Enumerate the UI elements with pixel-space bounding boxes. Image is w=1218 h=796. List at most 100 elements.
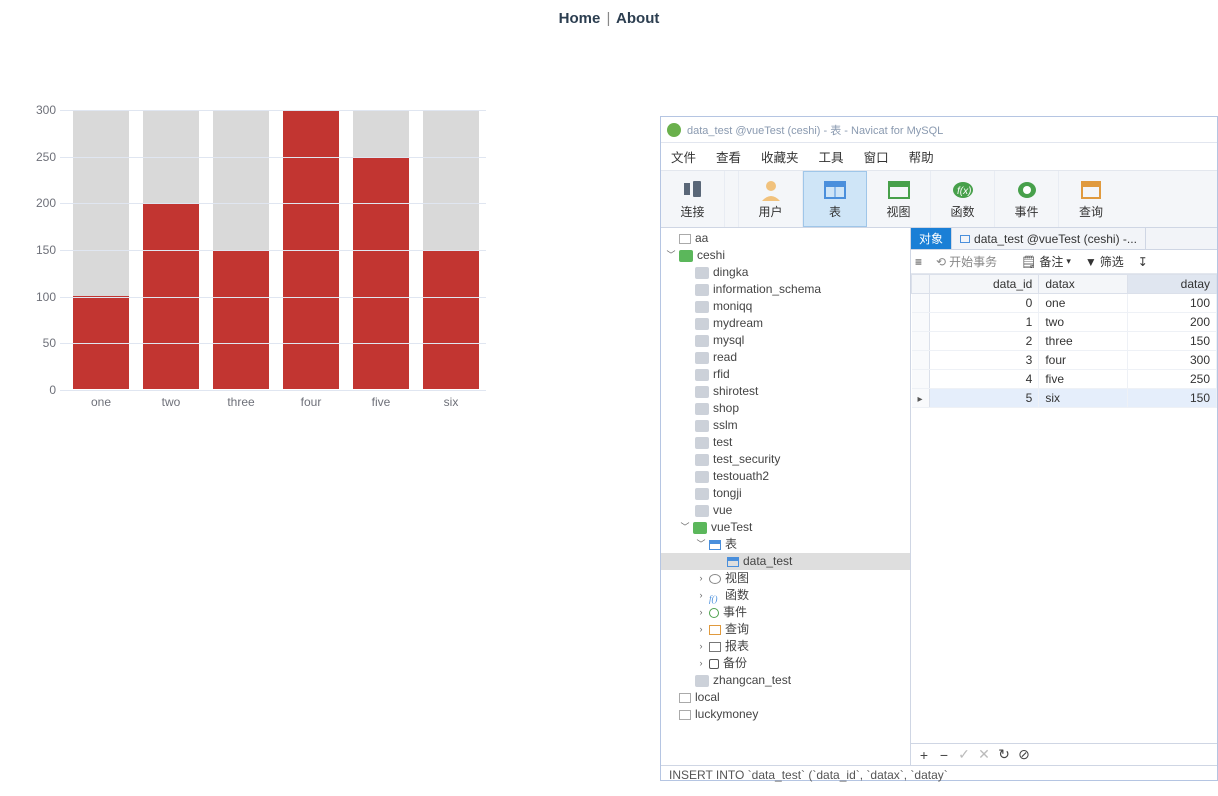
table-row[interactable]: 3four300 <box>912 351 1217 370</box>
column-header[interactable]: datax <box>1039 275 1128 294</box>
add-row-button[interactable]: + <box>917 747 931 763</box>
toolbar-table[interactable]: 表 <box>803 171 867 227</box>
tree-section[interactable]: ›函数 <box>661 587 910 604</box>
cell-datay[interactable]: 150 <box>1128 332 1217 351</box>
stop-button[interactable]: ⊘ <box>1017 746 1031 763</box>
tab-objects[interactable]: 对象 <box>911 228 952 249</box>
cancel-button[interactable]: ✕ <box>977 746 991 763</box>
tree-table-data_test[interactable]: data_test <box>661 553 910 570</box>
tree-db[interactable]: vue <box>661 502 910 519</box>
cell-datay[interactable]: 100 <box>1128 294 1217 313</box>
sort-button[interactable]: ↧ <box>1133 255 1153 269</box>
tree-section[interactable]: ›视图 <box>661 570 910 587</box>
toolbar-user[interactable]: 用户 <box>739 171 803 227</box>
tree-section[interactable]: ›报表 <box>661 638 910 655</box>
cell-data_id[interactable]: 3 <box>929 351 1039 370</box>
table-row[interactable]: 5six150 <box>912 389 1217 408</box>
cell-data_id[interactable]: 4 <box>929 370 1039 389</box>
tree-db[interactable]: rfid <box>661 366 910 383</box>
toolbar-view[interactable]: 视图 <box>867 171 931 227</box>
column-header[interactable]: datay <box>1128 275 1217 294</box>
toolbar-event[interactable]: 事件 <box>995 171 1059 227</box>
expand-toggle[interactable]: › <box>695 590 707 602</box>
tree-tables[interactable]: ﹀表 <box>661 536 910 553</box>
expand-toggle[interactable]: ﹀ <box>679 522 691 534</box>
filter-button[interactable]: ▼ 筛选 <box>1080 253 1129 270</box>
tree-conn[interactable]: aa <box>661 230 910 247</box>
tree-db[interactable]: shirotest <box>661 383 910 400</box>
expand-toggle[interactable]: › <box>695 624 707 636</box>
cell-data_id[interactable]: 2 <box>929 332 1039 351</box>
connection-tree[interactable]: aa﹀ceshidingkainformation_schemamoniqqmy… <box>661 228 911 765</box>
menu-icon[interactable] <box>915 255 927 269</box>
expand-toggle[interactable]: › <box>695 641 707 653</box>
toolbar-connect[interactable]: 连接 <box>661 171 725 227</box>
tree-section[interactable]: ›事件 <box>661 604 910 621</box>
query-icon <box>1078 179 1104 201</box>
tree-db[interactable]: dingka <box>661 264 910 281</box>
tree-conn[interactable]: local <box>661 689 910 706</box>
cell-data_id[interactable]: 0 <box>929 294 1039 313</box>
tree-section[interactable]: ›备份 <box>661 655 910 672</box>
column-header[interactable]: data_id <box>929 275 1039 294</box>
tree-db[interactable]: sslm <box>661 417 910 434</box>
menu-tools[interactable]: 工具 <box>819 147 844 166</box>
tree-db[interactable]: test <box>661 434 910 451</box>
cell-data_id[interactable]: 1 <box>929 313 1039 332</box>
delete-row-button[interactable]: − <box>937 747 951 763</box>
expand-toggle[interactable]: › <box>695 658 707 670</box>
row-indicator <box>912 351 930 370</box>
table-row[interactable]: 4five250 <box>912 370 1217 389</box>
cell-datax[interactable]: three <box>1039 332 1128 351</box>
menu-fav[interactable]: 收藏夹 <box>761 147 799 166</box>
tab-dataset[interactable]: data_test @vueTest (ceshi) -... <box>952 228 1146 249</box>
menu-window[interactable]: 窗口 <box>864 147 889 166</box>
menu-view[interactable]: 查看 <box>716 147 741 166</box>
tree-db[interactable]: test_security <box>661 451 910 468</box>
toolbar-func[interactable]: f(x) 函数 <box>931 171 995 227</box>
expand-toggle[interactable]: ﹀ <box>665 250 677 262</box>
begin-transaction-button[interactable]: ⟲ 开始事务 <box>931 253 1002 270</box>
table-row[interactable]: 1two200 <box>912 313 1217 332</box>
cell-datax[interactable]: five <box>1039 370 1128 389</box>
commit-button[interactable]: ✓ <box>957 746 971 763</box>
tree-db[interactable]: read <box>661 349 910 366</box>
tree-db[interactable]: moniqq <box>661 298 910 315</box>
tables-folder-icon <box>709 540 721 550</box>
tree-db-vuetest[interactable]: ﹀vueTest <box>661 519 910 536</box>
tree-db[interactable]: zhangcan_test <box>661 672 910 689</box>
tree-conn[interactable]: luckymoney <box>661 706 910 723</box>
table-row[interactable]: 0one100 <box>912 294 1217 313</box>
cell-datax[interactable]: six <box>1039 389 1128 408</box>
section-icon <box>709 642 721 652</box>
cell-datax[interactable]: two <box>1039 313 1128 332</box>
tree-db[interactable]: shop <box>661 400 910 417</box>
cell-datay[interactable]: 150 <box>1128 389 1217 408</box>
cell-datax[interactable]: four <box>1039 351 1128 370</box>
refresh-button[interactable]: ↻ <box>997 746 1011 763</box>
nav-about-link[interactable]: About <box>616 10 659 27</box>
expand-toggle[interactable]: › <box>695 607 707 619</box>
tree-db[interactable]: mydream <box>661 315 910 332</box>
expand-toggle[interactable]: ﹀ <box>695 539 707 551</box>
cell-datay[interactable]: 200 <box>1128 313 1217 332</box>
nav-home-link[interactable]: Home <box>559 10 601 27</box>
toolbar-query[interactable]: 查询 <box>1059 171 1123 227</box>
memo-button[interactable]: 🗒 备注 ▾ <box>1016 253 1076 270</box>
tree-db[interactable]: mysql <box>661 332 910 349</box>
tree-conn-ceshi[interactable]: ﹀ceshi <box>661 247 910 264</box>
tree-db[interactable]: tongji <box>661 485 910 502</box>
cell-data_id[interactable]: 5 <box>929 389 1039 408</box>
data-grid[interactable]: data_iddataxdatay 0one1001two2002three15… <box>911 274 1217 743</box>
tree-db[interactable]: information_schema <box>661 281 910 298</box>
begin-tx-label: 开始事务 <box>949 253 997 270</box>
cell-datax[interactable]: one <box>1039 294 1128 313</box>
tree-db[interactable]: testouath2 <box>661 468 910 485</box>
table-row[interactable]: 2three150 <box>912 332 1217 351</box>
cell-datay[interactable]: 300 <box>1128 351 1217 370</box>
expand-toggle[interactable]: › <box>695 573 707 585</box>
menu-help[interactable]: 帮助 <box>909 147 934 166</box>
menu-file[interactable]: 文件 <box>671 147 696 166</box>
tree-section[interactable]: ›查询 <box>661 621 910 638</box>
cell-datay[interactable]: 250 <box>1128 370 1217 389</box>
